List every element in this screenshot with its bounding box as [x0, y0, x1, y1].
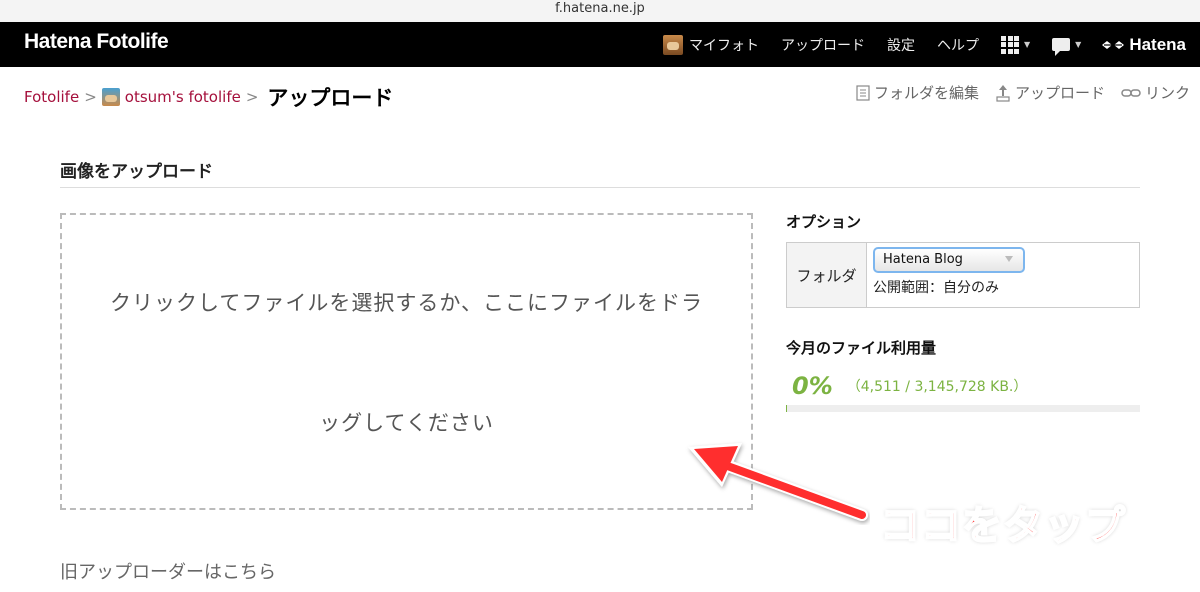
url-text: f.hatena.ne.jp: [555, 1, 645, 16]
folder-cell: Hatena Blog 公開範囲：自分のみ: [867, 243, 1139, 307]
page-tools: フォルダを編集 アップロード リンク: [840, 82, 1190, 103]
notifications-button[interactable]: ▼: [1052, 38, 1082, 56]
browser-url-bar[interactable]: f.hatena.ne.jp: [0, 0, 1200, 22]
caret-down-icon: ▼: [1075, 40, 1082, 49]
dropdown-arrow-icon: [1005, 256, 1013, 262]
user-avatar-icon: [101, 88, 120, 106]
edit-folder-link[interactable]: フォルダを編集: [856, 82, 979, 103]
user-avatar-icon: [663, 34, 683, 55]
nav-my-photo-label: マイフォト: [689, 37, 759, 54]
link-label: リンク: [1144, 84, 1190, 102]
caret-down-icon: ▼: [1024, 40, 1031, 49]
nav-settings[interactable]: 設定: [887, 35, 915, 55]
usage-detail: （4,511 / 3,145,728 KB.）: [846, 379, 1028, 395]
hatena-brand-logo[interactable]: Hatena: [1101, 35, 1186, 55]
upload-label: アップロード: [1014, 84, 1105, 102]
folder-label: フォルダ: [787, 243, 867, 307]
nav-help[interactable]: ヘルプ: [937, 35, 979, 55]
visibility-text: 公開範囲：自分のみ: [873, 280, 999, 296]
annotation-callout: ココをタップ: [879, 502, 1126, 550]
document-icon: [856, 84, 870, 101]
hatena-mark-icon: [1102, 40, 1125, 49]
annotation-arrow-icon: [688, 443, 868, 521]
breadcrumb-user-label: otsum's fotolife: [124, 88, 241, 106]
header-nav: マイフォト アップロード 設定 ヘルプ ▼ ▼ Hatena: [641, 22, 1186, 67]
breadcrumb: Fotolife > otsum's fotolife > アップロード: [24, 82, 393, 112]
chain-link-icon: [1121, 88, 1141, 97]
edit-folder-label: フォルダを編集: [873, 84, 979, 102]
link-link[interactable]: リンク: [1121, 82, 1190, 103]
nav-upload[interactable]: アップロード: [781, 35, 865, 55]
usage-row: 0% （4,511 / 3,145,728 KB.）: [786, 368, 1140, 404]
breadcrumb-separator: >: [84, 88, 97, 106]
options-title: オプション: [786, 213, 862, 231]
speech-bubble-icon: [1052, 38, 1071, 56]
file-drop-zone[interactable]: クリックしてファイルを選択するか、ここにファイルをドラ ッグしてください: [60, 213, 753, 510]
dropzone-text-line-2: ッグしてください: [319, 411, 494, 435]
breadcrumb-user[interactable]: otsum's fotolife: [101, 88, 241, 106]
usage-progress-bar: [786, 405, 1140, 412]
folder-select[interactable]: Hatena Blog: [873, 247, 1025, 273]
top-navigation-bar: Hatena Fotolife マイフォト アップロード 設定 ヘルプ ▼ ▼ …: [0, 22, 1200, 67]
upload-link[interactable]: アップロード: [995, 82, 1105, 103]
breadcrumb-separator: >: [245, 88, 259, 106]
options-table: フォルダ Hatena Blog 公開範囲：自分のみ: [786, 242, 1140, 308]
dropzone-text-line-1: クリックしてファイルを選択するか、ここにファイルをドラ: [110, 291, 703, 315]
nav-my-photo[interactable]: マイフォト: [663, 34, 759, 55]
usage-percent: 0%: [792, 372, 833, 400]
fotolife-logo[interactable]: Hatena Fotolife: [24, 30, 169, 54]
grid-icon: [1001, 35, 1019, 54]
hatena-brand-label: Hatena: [1129, 34, 1186, 54]
upload-section-title: 画像をアップロード: [60, 162, 213, 182]
apps-menu-button[interactable]: ▼: [1001, 35, 1031, 54]
page-title: アップロード: [267, 86, 394, 110]
old-uploader-link[interactable]: 旧アップローダーはこちら: [60, 558, 276, 584]
section-divider: [60, 187, 1140, 188]
folder-select-value: Hatena Blog: [883, 252, 963, 267]
usage-title: 今月のファイル利用量: [786, 339, 937, 357]
breadcrumb-fotolife[interactable]: Fotolife: [24, 88, 79, 106]
upload-icon: [996, 84, 1010, 102]
